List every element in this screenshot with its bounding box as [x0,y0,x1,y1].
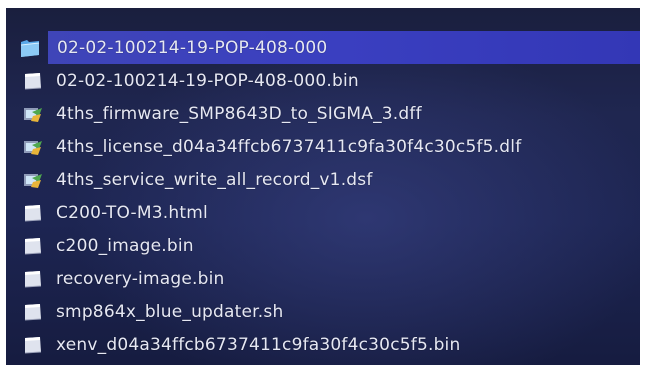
file-row[interactable]: C200-TO-M3.html [6,196,640,229]
file-name: smp864x_blue_updater.sh [56,301,284,322]
file-name: 4ths_service_write_all_record_v1.dsf [56,169,373,190]
script-file-icon [22,104,44,124]
file-row[interactable]: 4ths_firmware_SMP8643D_to_SIGMA_3.dff [6,97,640,130]
file-row[interactable]: 4ths_license_d04a34ffcb6737411c9fa30f4c3… [6,130,640,163]
file-row[interactable]: smp864x_blue_updater.sh [6,295,640,328]
file-name: 4ths_firmware_SMP8643D_to_SIGMA_3.dff [56,103,422,124]
file-icon [22,71,44,91]
file-name: recovery-image.bin [56,268,225,289]
file-name: 02-02-100214-19-POP-408-000.bin [56,70,359,91]
script-file-icon [22,170,44,190]
file-name: 4ths_license_d04a34ffcb6737411c9fa30f4c3… [56,136,522,157]
file-icon [22,203,44,223]
file-icon [22,269,44,289]
file-row[interactable]: c200_image.bin [6,229,640,262]
file-row[interactable]: 02-02-100214-19-POP-408-000.bin [6,64,640,97]
file-name: 02-02-100214-19-POP-408-000 [57,37,328,58]
file-name: C200-TO-M3.html [56,202,208,223]
file-browser-screen: 02-02-100214-19-POP-408-000 02-02-100214… [6,8,640,365]
file-icon [22,236,44,256]
file-list: 02-02-100214-19-POP-408-000 02-02-100214… [6,31,640,361]
file-row-selected[interactable]: 02-02-100214-19-POP-408-000 [20,31,640,64]
file-row[interactable]: recovery-image.bin [6,262,640,295]
file-name: xenv_d04a34ffcb6737411c9fa30f4c30c5f5.bi… [56,334,461,355]
folder-icon [19,38,41,58]
file-name: c200_image.bin [56,235,194,256]
file-icon [22,302,44,322]
file-row[interactable]: 4ths_service_write_all_record_v1.dsf [6,163,640,196]
script-file-icon [22,137,44,157]
file-icon [22,335,44,355]
file-row[interactable]: xenv_d04a34ffcb6737411c9fa30f4c30c5f5.bi… [6,328,640,361]
